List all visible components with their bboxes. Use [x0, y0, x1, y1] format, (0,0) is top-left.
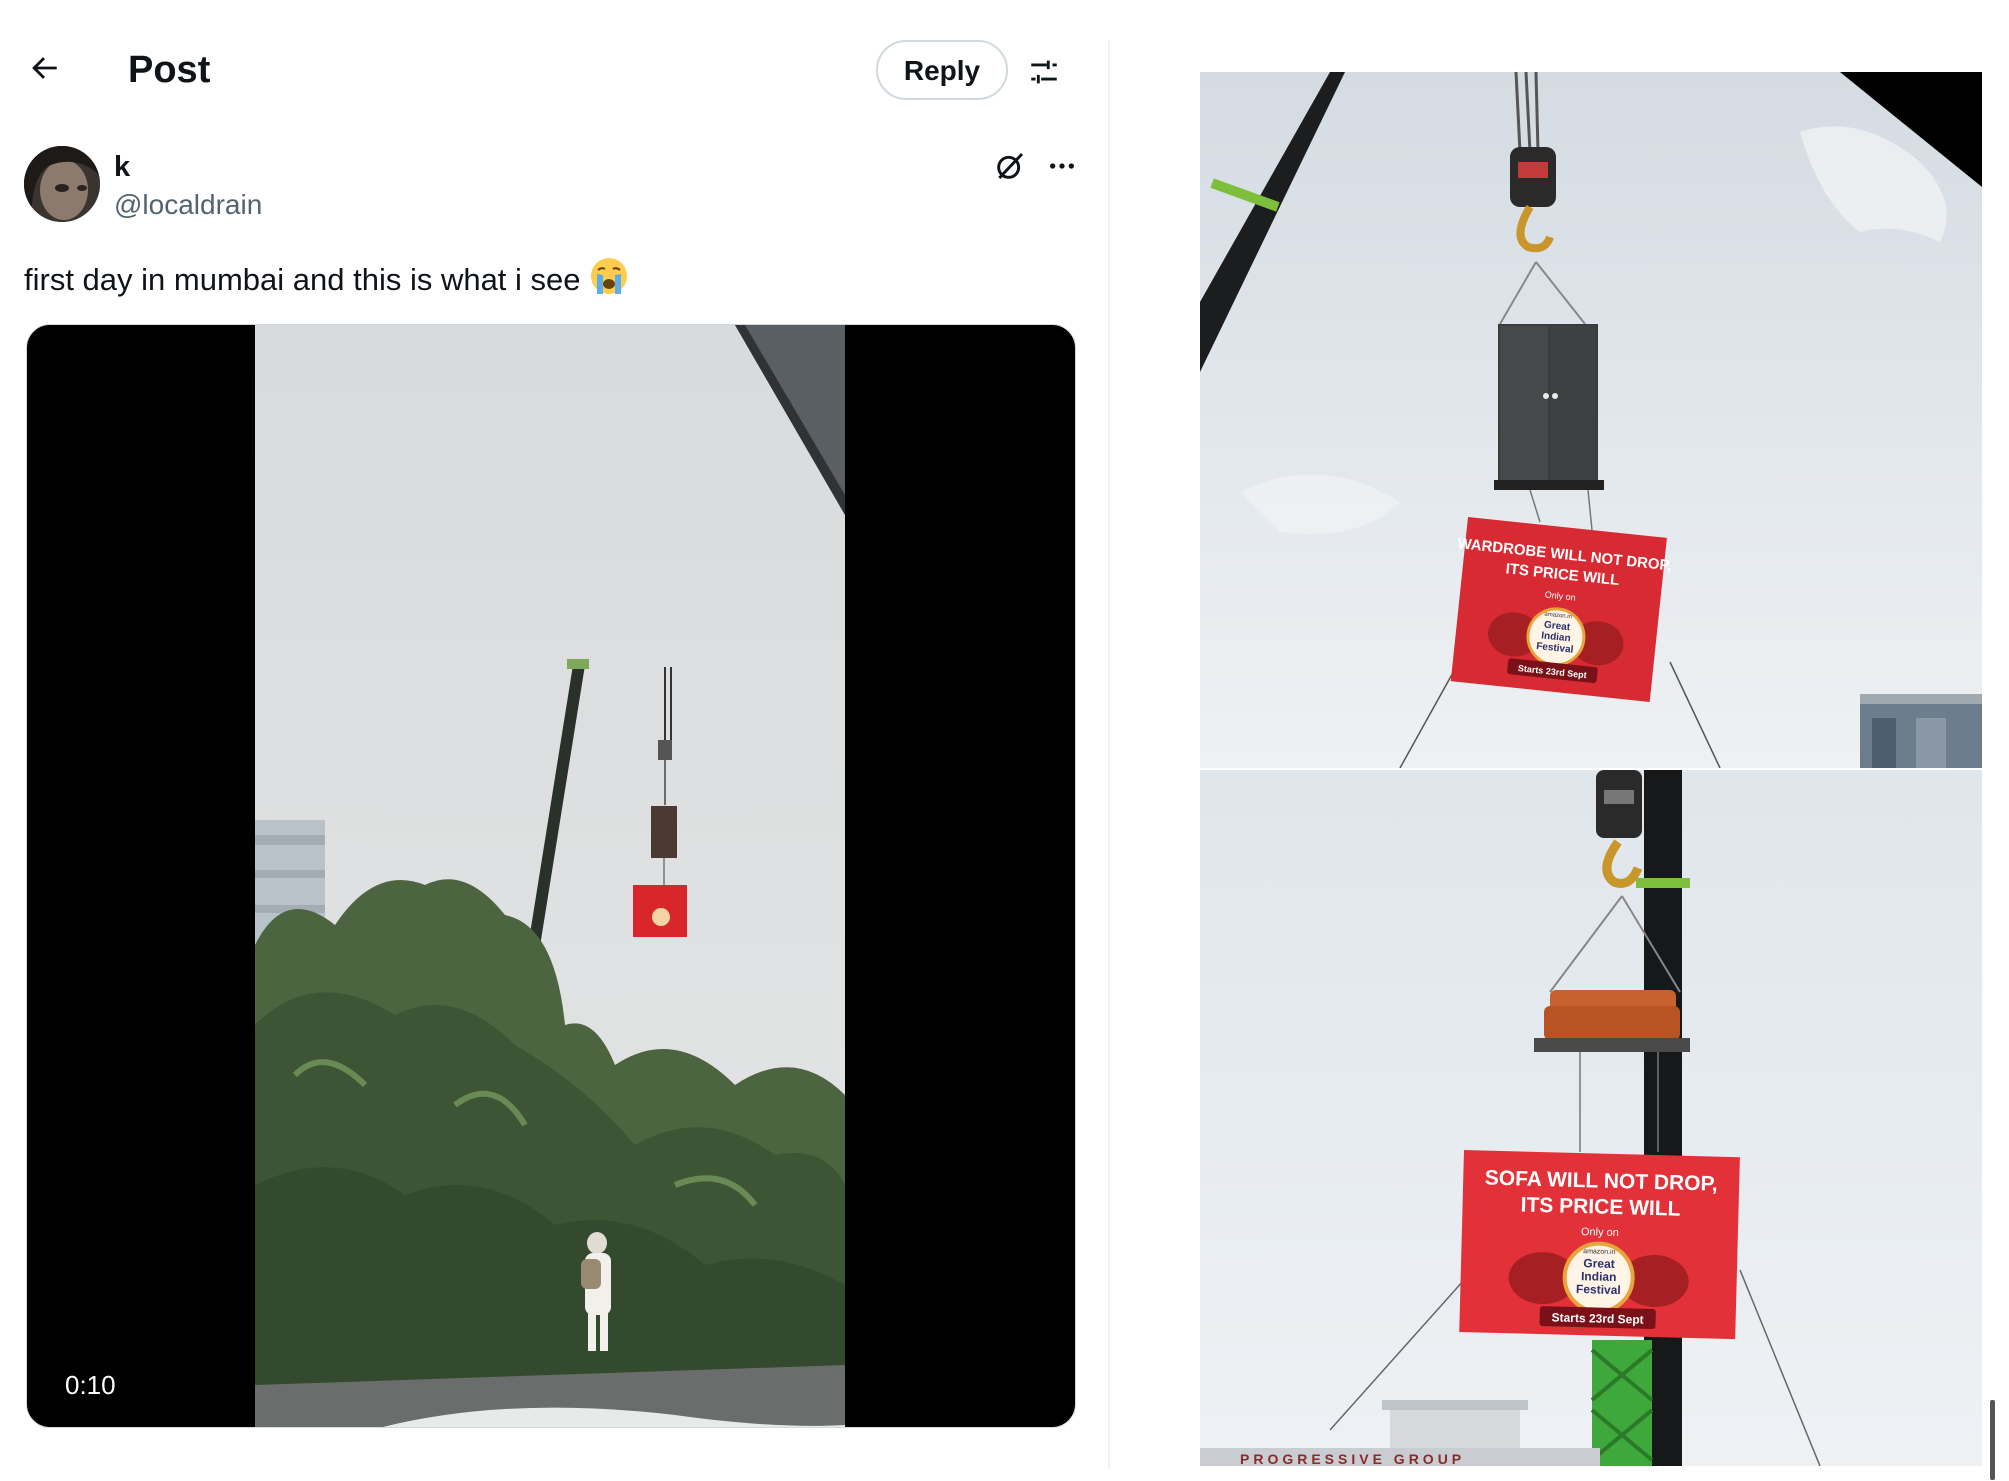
grok-button[interactable] — [990, 146, 1030, 186]
video-frame — [255, 325, 845, 1427]
sofa-banner-festival-3: Festival — [1576, 1282, 1621, 1297]
author-name[interactable]: k — [114, 150, 130, 184]
loudly-crying-face-icon — [589, 256, 629, 306]
column-divider — [1108, 40, 1110, 1470]
post-text-body: first day in mumbai and this is what i s… — [24, 262, 581, 297]
page-title: Post — [128, 49, 211, 91]
reply-settings-button[interactable] — [1022, 50, 1066, 94]
grok-icon — [997, 152, 1024, 180]
arrow-left-icon — [32, 57, 57, 79]
sofa-banner-only-on: Only on — [1581, 1226, 1619, 1239]
post-text: first day in mumbai and this is what i s… — [24, 256, 629, 306]
video-duration: 0:10 — [65, 1370, 116, 1400]
reply-button[interactable]: Reply — [876, 40, 1008, 100]
avatar[interactable] — [24, 146, 100, 222]
post-column: Post Reply k @localdrain first day in mu… — [0, 0, 1108, 1481]
more-options-button[interactable] — [1042, 146, 1082, 186]
scrollbar-thumb[interactable] — [1990, 1400, 1995, 1480]
sliders-icon — [1031, 60, 1057, 84]
back-button[interactable] — [20, 44, 68, 92]
photo-wardrobe-ad[interactable]: WARDROBE WILL NOT DROP, ITS PRICE WILL O… — [1200, 72, 1982, 768]
building-sign: PROGRESSIVE GROUP — [1240, 1451, 1465, 1466]
author-handle[interactable]: @localdrain — [114, 188, 262, 222]
sofa-banner-brand: amazon.in — [1583, 1248, 1616, 1256]
photo-sofa-ad[interactable]: SOFA WILL NOT DROP, ITS PRICE WILL Only … — [1200, 770, 1982, 1466]
sofa-banner-line2: ITS PRICE WILL — [1520, 1194, 1681, 1221]
sofa-banner-starts: Starts 23rd Sept — [1551, 1310, 1643, 1326]
more-horizontal-icon — [1050, 163, 1074, 169]
video-player[interactable]: 0:10 — [26, 324, 1076, 1428]
